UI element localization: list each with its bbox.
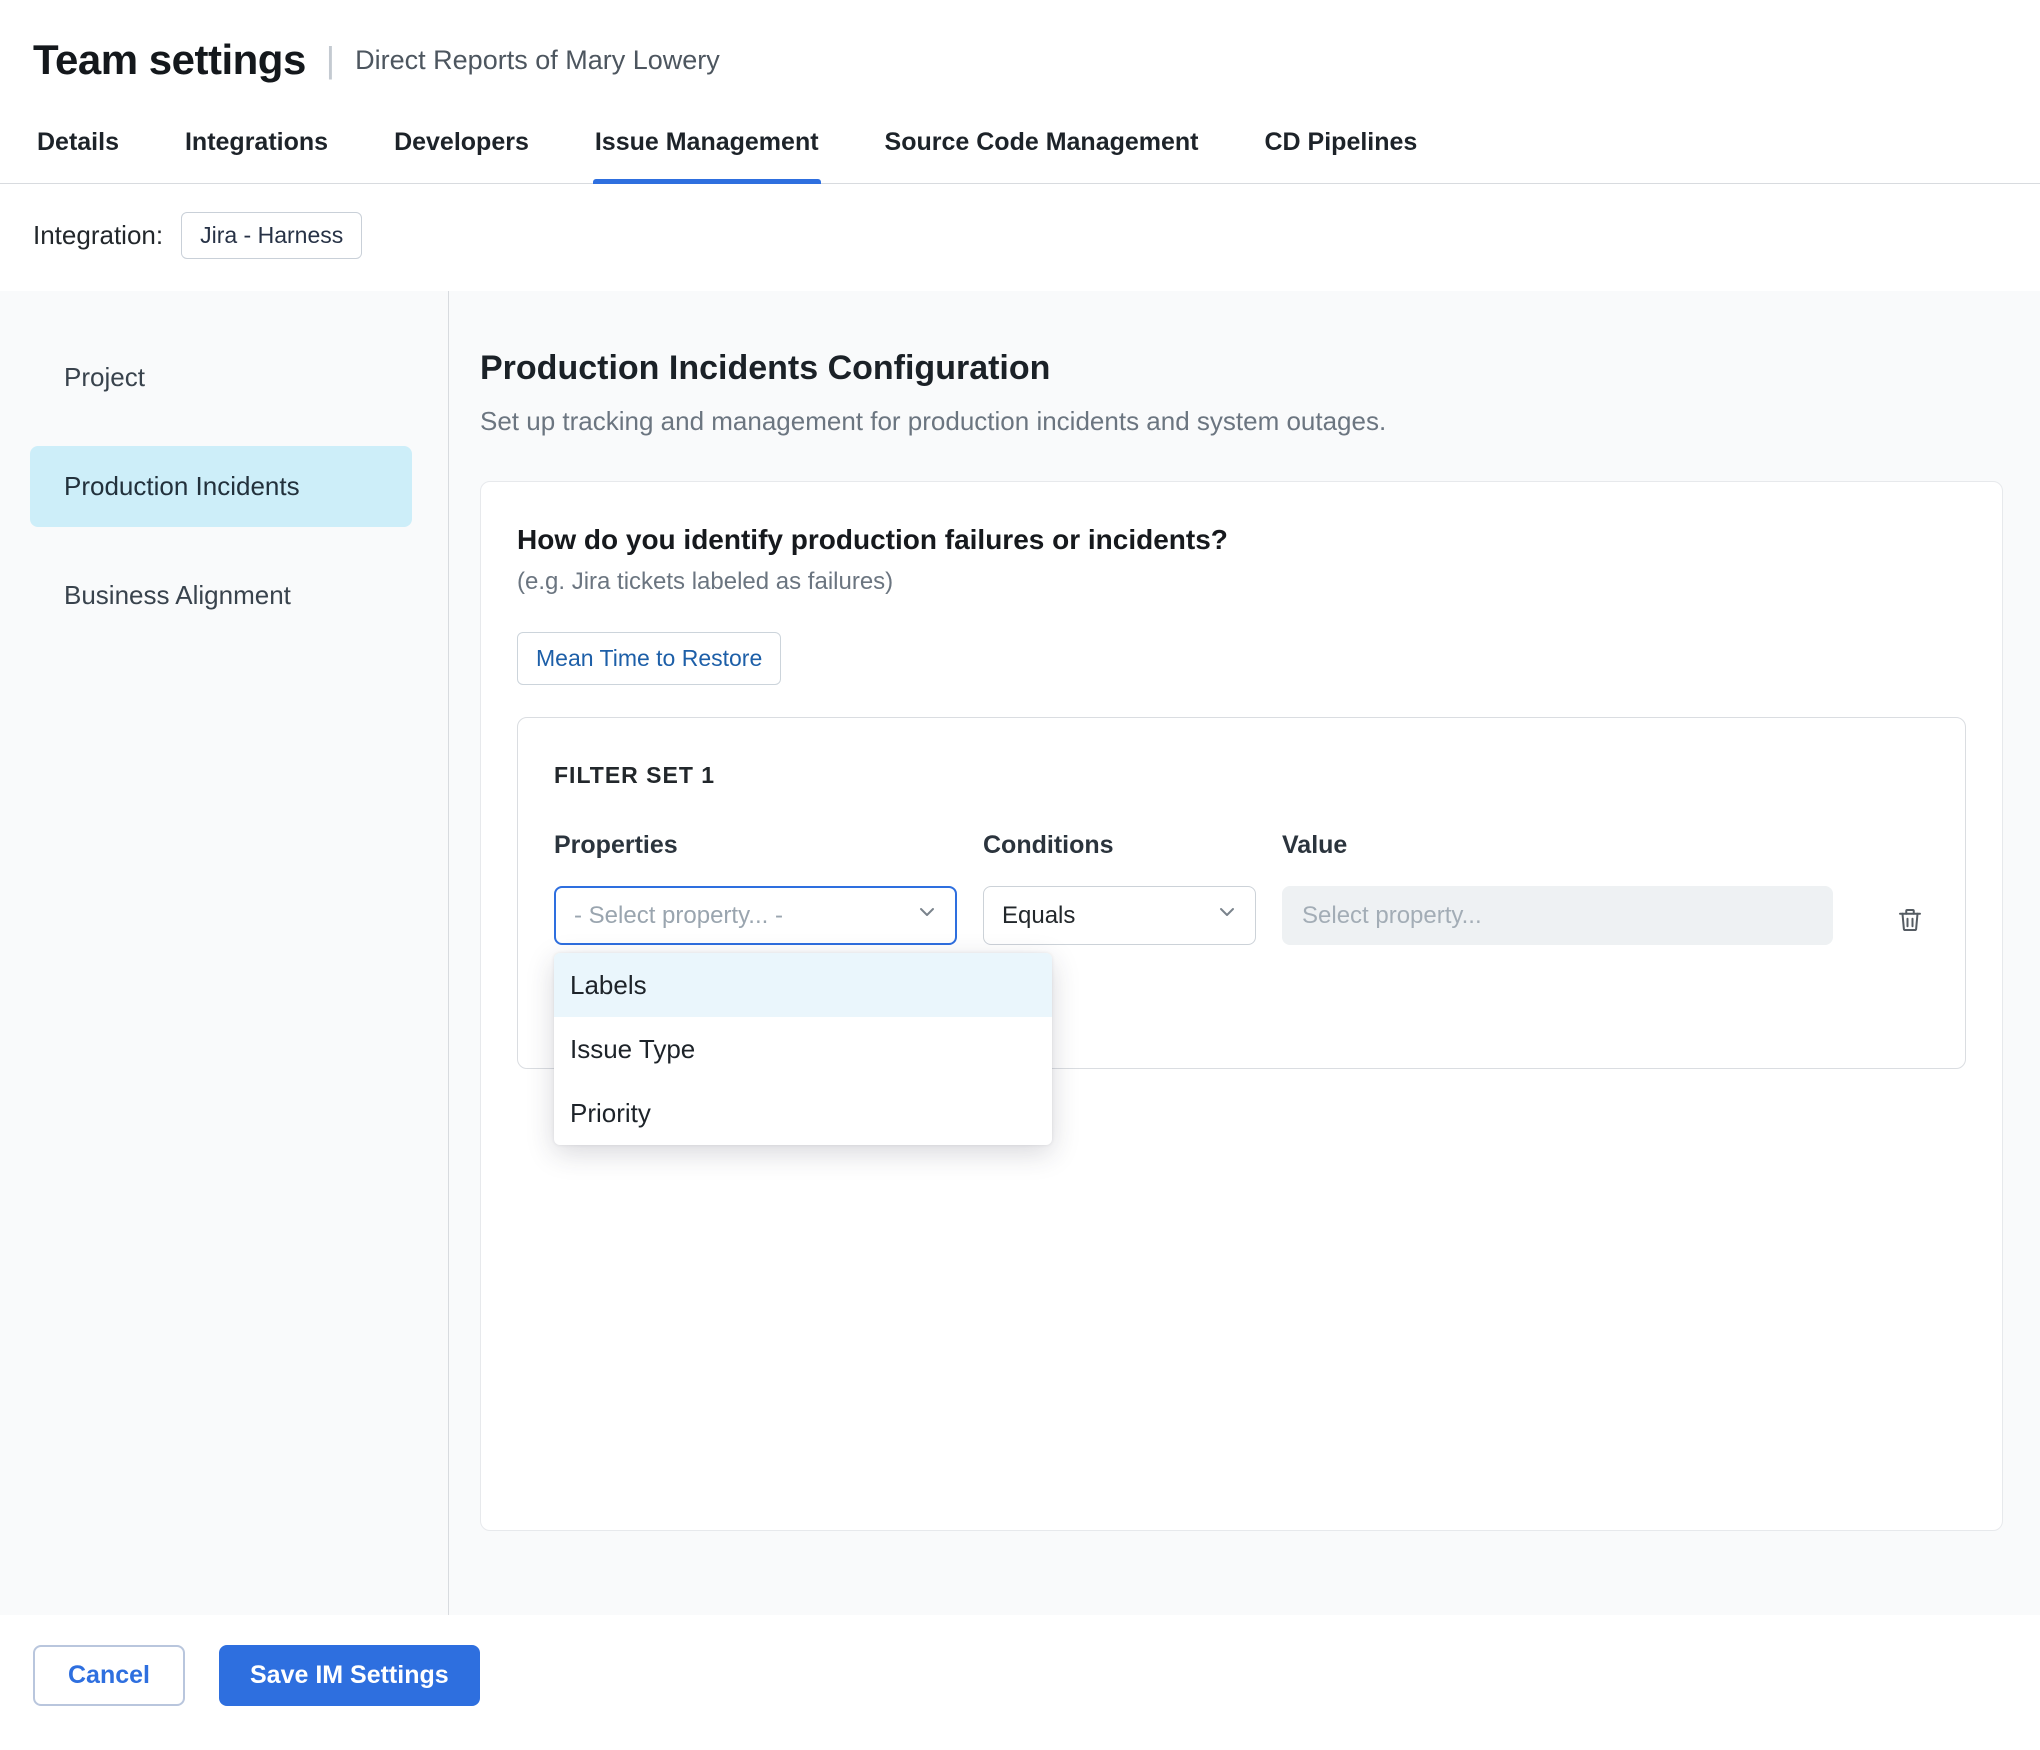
- value-column: Value: [1282, 831, 1833, 945]
- property-select-wrap: - Select property... - Labels Issue Type…: [554, 886, 957, 945]
- tab-developers[interactable]: Developers: [392, 106, 531, 183]
- delete-filter-button[interactable]: [1891, 901, 1929, 939]
- conditions-column: Conditions Equals: [983, 831, 1256, 945]
- page-title: Team settings: [33, 36, 306, 84]
- tab-bar: Details Integrations Developers Issue Ma…: [0, 106, 2040, 184]
- tab-issue-management[interactable]: Issue Management: [593, 106, 821, 183]
- header: Team settings | Direct Reports of Mary L…: [0, 0, 2040, 106]
- condition-select[interactable]: Equals: [983, 886, 1256, 945]
- properties-column: Properties - Select property... - Label: [554, 831, 957, 945]
- mean-time-to-restore-chip[interactable]: Mean Time to Restore: [517, 632, 781, 685]
- property-select-placeholder: - Select property... -: [574, 902, 783, 930]
- filter-set-title: FILTER SET 1: [554, 762, 1929, 789]
- tab-source-code-management[interactable]: Source Code Management: [883, 106, 1201, 183]
- dropdown-option-labels[interactable]: Labels: [554, 953, 1052, 1017]
- integration-chip[interactable]: Jira - Harness: [181, 212, 362, 259]
- value-input[interactable]: [1282, 886, 1833, 945]
- property-select[interactable]: - Select property... -: [554, 886, 957, 945]
- section-title: Production Incidents Configuration: [480, 349, 2003, 388]
- footer: Cancel Save IM Settings: [0, 1615, 2040, 1750]
- chevron-down-icon: [1215, 900, 1239, 931]
- dropdown-option-priority[interactable]: Priority: [554, 1081, 1052, 1145]
- section-subtitle: Set up tracking and management for produ…: [480, 406, 2003, 437]
- condition-select-value: Equals: [1002, 902, 1075, 930]
- tab-integrations[interactable]: Integrations: [183, 106, 330, 183]
- properties-column-label: Properties: [554, 831, 957, 860]
- tab-details[interactable]: Details: [35, 106, 121, 183]
- trash-icon: [1895, 923, 1925, 938]
- sidebar-item-production-incidents[interactable]: Production Incidents: [30, 446, 412, 527]
- sidebar-item-project[interactable]: Project: [30, 337, 412, 418]
- main-panel: Production Incidents Configuration Set u…: [449, 291, 2040, 1615]
- incidents-card: How do you identify production failures …: [480, 481, 2003, 1531]
- question-hint: (e.g. Jira tickets labeled as failures): [517, 568, 1966, 596]
- page-subtitle: Direct Reports of Mary Lowery: [355, 45, 720, 76]
- chevron-down-icon: [915, 900, 939, 931]
- property-dropdown: Labels Issue Type Priority: [554, 953, 1052, 1145]
- team-settings-page: Team settings | Direct Reports of Mary L…: [0, 0, 2040, 1750]
- save-im-settings-button[interactable]: Save IM Settings: [219, 1645, 480, 1706]
- conditions-column-label: Conditions: [983, 831, 1256, 860]
- title-separator: |: [326, 39, 335, 81]
- filter-set-box: FILTER SET 1 Properties - Select propert…: [517, 717, 1966, 1069]
- filter-row: Properties - Select property... - Label: [554, 831, 1929, 945]
- integration-label: Integration:: [33, 220, 163, 251]
- content-area: Project Production Incidents Business Al…: [0, 291, 2040, 1615]
- tab-cd-pipelines[interactable]: CD Pipelines: [1263, 106, 1420, 183]
- sidebar: Project Production Incidents Business Al…: [0, 291, 449, 1615]
- dropdown-option-issue-type[interactable]: Issue Type: [554, 1017, 1052, 1081]
- value-column-label: Value: [1282, 831, 1833, 860]
- question-title: How do you identify production failures …: [517, 524, 1966, 556]
- cancel-button[interactable]: Cancel: [33, 1645, 185, 1706]
- sidebar-item-business-alignment[interactable]: Business Alignment: [30, 555, 412, 636]
- integration-row: Integration: Jira - Harness: [0, 184, 2040, 291]
